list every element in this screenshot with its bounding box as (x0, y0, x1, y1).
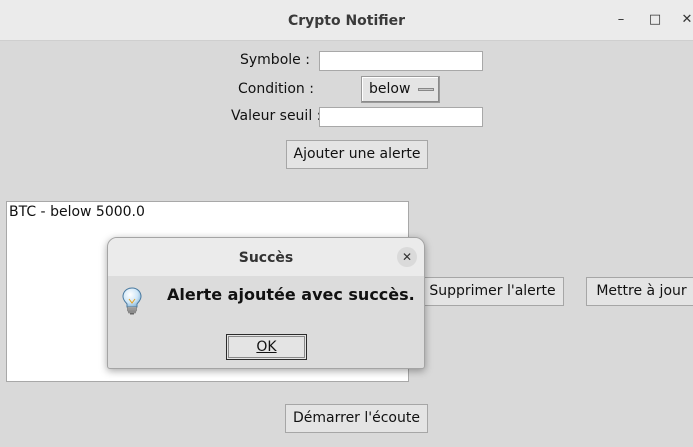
threshold-input[interactable] (319, 107, 483, 127)
lightbulb-icon (122, 287, 142, 315)
dialog-close-icon[interactable]: ✕ (397, 247, 417, 267)
dialog-title: Succès (238, 250, 294, 266)
minimize-button[interactable]: – (611, 10, 631, 30)
list-item[interactable]: BTC - below 5000.0 (9, 204, 145, 220)
dialog-title-bar[interactable]: Succès ✕ (108, 238, 424, 276)
maximize-button[interactable]: □ (645, 10, 665, 30)
symbol-input[interactable] (319, 51, 483, 71)
window-title: Crypto Notifier (287, 13, 406, 29)
dropdown-indicator-icon (418, 88, 434, 91)
threshold-label: Valeur seuil : (231, 108, 322, 124)
condition-value: below (369, 81, 411, 97)
add-alert-button[interactable]: Ajouter une alerte (286, 140, 428, 169)
start-listening-button[interactable]: Démarrer l'écoute (285, 404, 428, 433)
delete-alert-button[interactable]: Supprimer l'alerte (421, 277, 564, 306)
dialog-message: Alerte ajoutée avec succès. (167, 285, 415, 304)
update-button[interactable]: Mettre à jour (586, 277, 693, 306)
ok-button[interactable]: OK (226, 334, 307, 360)
success-dialog: Succès ✕ Alerte ajoutée avec succès. OK (107, 237, 425, 369)
title-bar[interactable]: Crypto Notifier – □ ✕ (0, 0, 693, 41)
condition-select[interactable]: below (361, 76, 440, 103)
close-button[interactable]: ✕ (677, 10, 693, 30)
condition-label: Condition : (238, 81, 314, 97)
app-window: Crypto Notifier – □ ✕ Symbole : Conditio… (0, 0, 693, 447)
symbol-label: Symbole : (240, 52, 310, 68)
ok-button-label: OK (256, 339, 277, 355)
